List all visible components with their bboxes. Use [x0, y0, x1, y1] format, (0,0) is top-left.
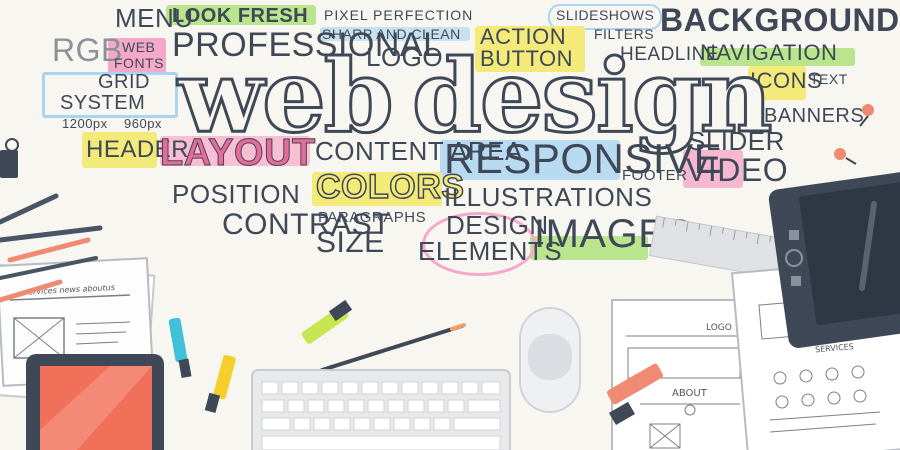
marker-cyan [168, 317, 192, 378]
sketch-about: ABOUT [672, 388, 708, 399]
pushpin-2 [834, 148, 857, 165]
marker-lime [301, 299, 353, 344]
pencil-center [320, 324, 464, 372]
sketch-logo: LOGO [706, 323, 732, 333]
mouse [519, 307, 581, 413]
drawing-tablet [768, 171, 900, 348]
tablet [26, 354, 164, 450]
pushpin-1 [859, 104, 874, 127]
binder-clip [0, 138, 19, 178]
marker-yellow [204, 354, 236, 413]
desk-illustration: services news aboutus LOGO ABOUT SERVICE… [0, 104, 900, 450]
keyboard [251, 369, 511, 450]
